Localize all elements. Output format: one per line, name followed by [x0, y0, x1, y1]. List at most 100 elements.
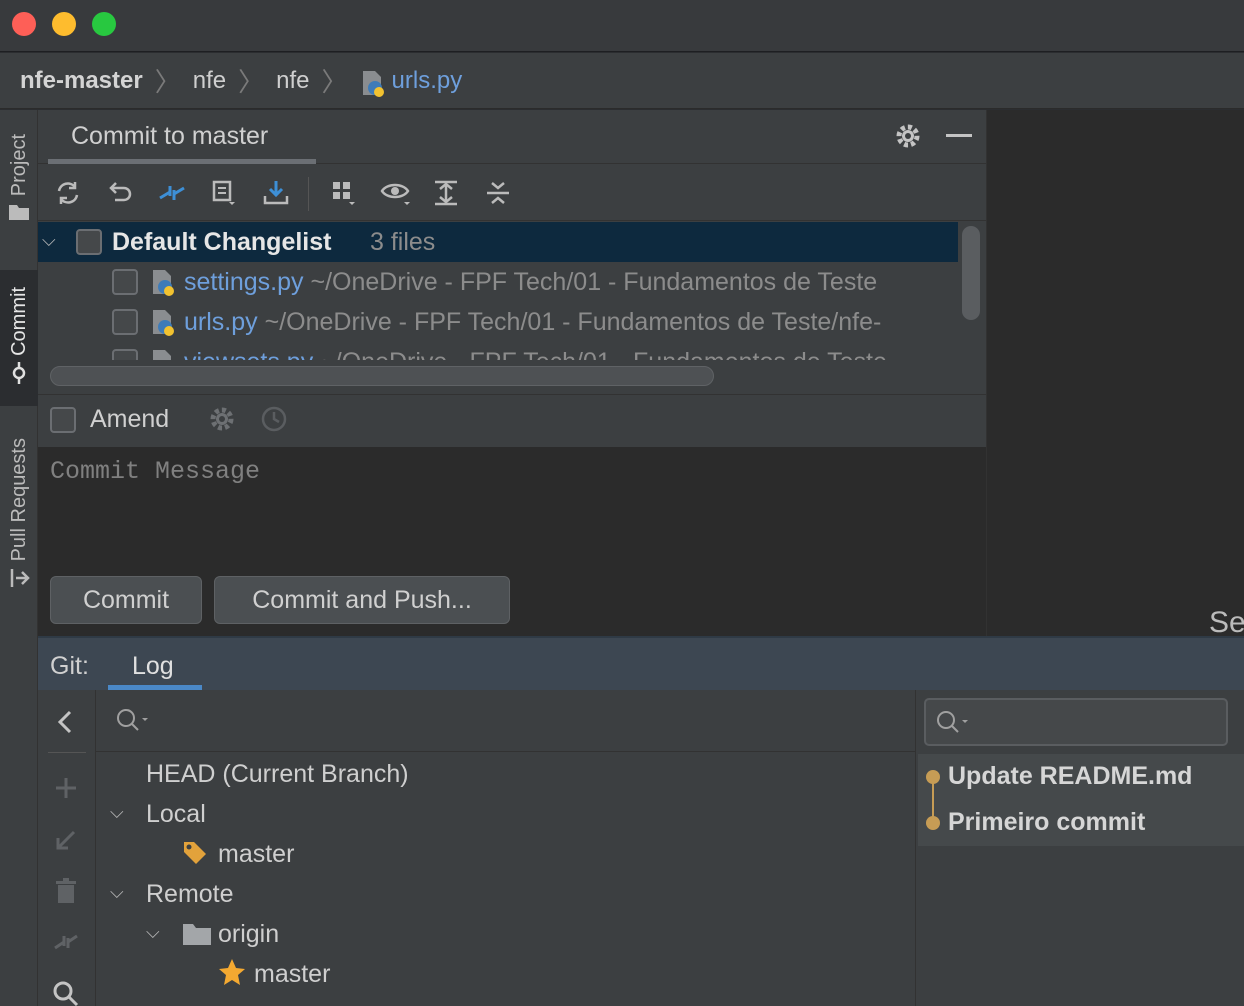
- file-path: ~/OneDrive - FPF Tech/01 - Fundamentos d…: [320, 348, 887, 360]
- breadcrumb-file[interactable]: urls.py: [392, 67, 463, 95]
- local-branch-master[interactable]: master: [218, 840, 294, 869]
- chevron-down-icon[interactable]: ⌵: [42, 230, 56, 251]
- trash-icon[interactable]: [54, 878, 78, 909]
- commit-dot: [926, 816, 940, 830]
- plus-icon[interactable]: [54, 776, 78, 805]
- tab-log-label: Log: [132, 652, 174, 680]
- file-row[interactable]: viewsets.py ~/OneDrive - FPF Tech/01 - F…: [38, 342, 958, 360]
- branches-panel: HEAD (Current Branch) ⌵ Local master ⌵ R…: [96, 690, 916, 1006]
- chevron-down-icon[interactable]: ⌵: [146, 922, 160, 943]
- project-tab[interactable]: Project: [0, 120, 38, 240]
- toolbar-divider: [48, 752, 86, 753]
- history-clock-icon[interactable]: [260, 405, 288, 438]
- changelist-checkbox[interactable]: [76, 229, 102, 255]
- changelist-count: 3 files: [370, 228, 436, 256]
- commit-panel-header: Commit to master: [38, 110, 986, 164]
- commit-list: Update README.md Primeiro commit: [918, 754, 1244, 846]
- breadcrumb-separator: 〉: [154, 67, 181, 97]
- title-bar: [0, 0, 1244, 52]
- folder-icon: [182, 922, 212, 951]
- amend-bar: Amend: [38, 394, 986, 446]
- pull-request-icon: [8, 567, 30, 594]
- tab-log[interactable]: Log: [108, 638, 202, 690]
- commit-and-push-button[interactable]: Commit and Push...: [214, 576, 510, 624]
- gear-icon[interactable]: [894, 122, 922, 155]
- local-branches-group[interactable]: Local: [146, 800, 206, 829]
- expand-all-icon[interactable]: [426, 173, 466, 213]
- pull-requests-tab[interactable]: Pull Requests: [0, 426, 38, 606]
- breadcrumb-folder-nfe-inner[interactable]: nfe: [276, 67, 309, 95]
- amend-label[interactable]: Amend: [90, 405, 169, 434]
- minimize-window-button[interactable]: [52, 12, 76, 36]
- file-checkbox[interactable]: [112, 349, 138, 360]
- git-log-body: HEAD (Current Branch) ⌵ Local master ⌵ R…: [38, 690, 1244, 1006]
- horizontal-scrollbar[interactable]: [50, 366, 714, 386]
- preview-icon[interactable]: [376, 173, 416, 213]
- left-tool-stripe: Project Commit Pull Requests: [0, 110, 38, 1006]
- editor-partial-text: Se: [1209, 606, 1244, 639]
- file-checkbox[interactable]: [112, 269, 138, 295]
- remote-origin[interactable]: origin: [218, 920, 279, 949]
- commit-log-panel: Update README.md Primeiro commit: [918, 690, 1244, 1006]
- search-icon: [936, 710, 972, 741]
- chevron-down-icon[interactable]: ⌵: [110, 802, 124, 823]
- python-file-icon: [150, 308, 176, 342]
- commit-tab[interactable]: Commit: [0, 270, 38, 406]
- commit-tab-label: Commit: [7, 287, 30, 356]
- shelve-icon[interactable]: [204, 173, 244, 213]
- breadcrumb-separator: 〉: [321, 67, 348, 97]
- folder-icon: [8, 203, 30, 226]
- chevron-down-icon[interactable]: ⌵: [110, 882, 124, 903]
- file-checkbox[interactable]: [112, 309, 138, 335]
- commit-message-input[interactable]: Commit Message: [50, 457, 260, 486]
- chevron-left-icon[interactable]: [54, 708, 76, 741]
- zoom-window-button[interactable]: [92, 12, 116, 36]
- breadcrumb-project[interactable]: nfe-master: [20, 67, 143, 95]
- changelist-row[interactable]: ⌵ Default Changelist 3 files: [38, 222, 958, 262]
- search-icon: [116, 708, 152, 739]
- file-path: ~/OneDrive - FPF Tech/01 - Fundamentos d…: [264, 308, 882, 336]
- commit-row[interactable]: Primeiro commit: [948, 808, 1145, 837]
- vertical-scrollbar[interactable]: [962, 226, 980, 320]
- star-icon: [218, 958, 246, 991]
- collapse-all-icon[interactable]: [478, 173, 518, 213]
- commit-toolbar: [38, 165, 986, 221]
- breadcrumb-folder-nfe[interactable]: nfe: [193, 67, 226, 95]
- checkout-arrow-icon[interactable]: [54, 828, 78, 857]
- changelist-name: Default Changelist: [112, 228, 332, 256]
- commit-options-gear-icon[interactable]: [208, 405, 236, 438]
- commit-panel: Commit to master ⌵ Default Changelist 3 …: [38, 110, 986, 636]
- git-panel-header: Git: Log: [38, 636, 1244, 690]
- commit-panel-tab[interactable]: Commit to master: [48, 110, 316, 164]
- update-icon[interactable]: [256, 173, 296, 213]
- project-tab-label: Project: [7, 134, 30, 197]
- close-window-button[interactable]: [12, 12, 36, 36]
- group-by-icon[interactable]: [324, 173, 364, 213]
- commit-row[interactable]: Update README.md: [948, 762, 1192, 791]
- commit-button[interactable]: Commit: [50, 576, 202, 624]
- commit-dot: [926, 770, 940, 784]
- file-row[interactable]: settings.py ~/OneDrive - FPF Tech/01 - F…: [38, 262, 958, 302]
- pull-requests-tab-label: Pull Requests: [7, 437, 30, 562]
- search-icon[interactable]: [52, 980, 80, 1006]
- rollback-icon[interactable]: [100, 173, 140, 213]
- compare-icon[interactable]: [52, 928, 80, 961]
- refresh-icon[interactable]: [48, 173, 88, 213]
- file-path: ~/OneDrive - FPF Tech/01 - Fundamentos d…: [310, 268, 878, 296]
- tag-icon: [182, 840, 208, 871]
- branch-search-field[interactable]: [96, 690, 916, 752]
- git-panel-label: Git:: [50, 652, 89, 680]
- python-file-icon: [150, 268, 176, 302]
- file-name: viewsets.py: [184, 348, 313, 360]
- remote-branches-group[interactable]: Remote: [146, 880, 234, 909]
- diff-icon[interactable]: [152, 173, 192, 213]
- log-search-input[interactable]: [924, 698, 1228, 746]
- head-branch-item[interactable]: HEAD (Current Branch): [146, 760, 409, 789]
- python-file-icon: [360, 69, 386, 97]
- amend-checkbox[interactable]: [50, 407, 76, 433]
- file-row[interactable]: urls.py ~/OneDrive - FPF Tech/01 - Funda…: [38, 302, 958, 342]
- remote-branch-master[interactable]: master: [254, 960, 330, 989]
- file-name: urls.py: [184, 308, 258, 336]
- branches-side-toolbar: [38, 690, 96, 1006]
- minimize-panel-icon[interactable]: [946, 134, 972, 137]
